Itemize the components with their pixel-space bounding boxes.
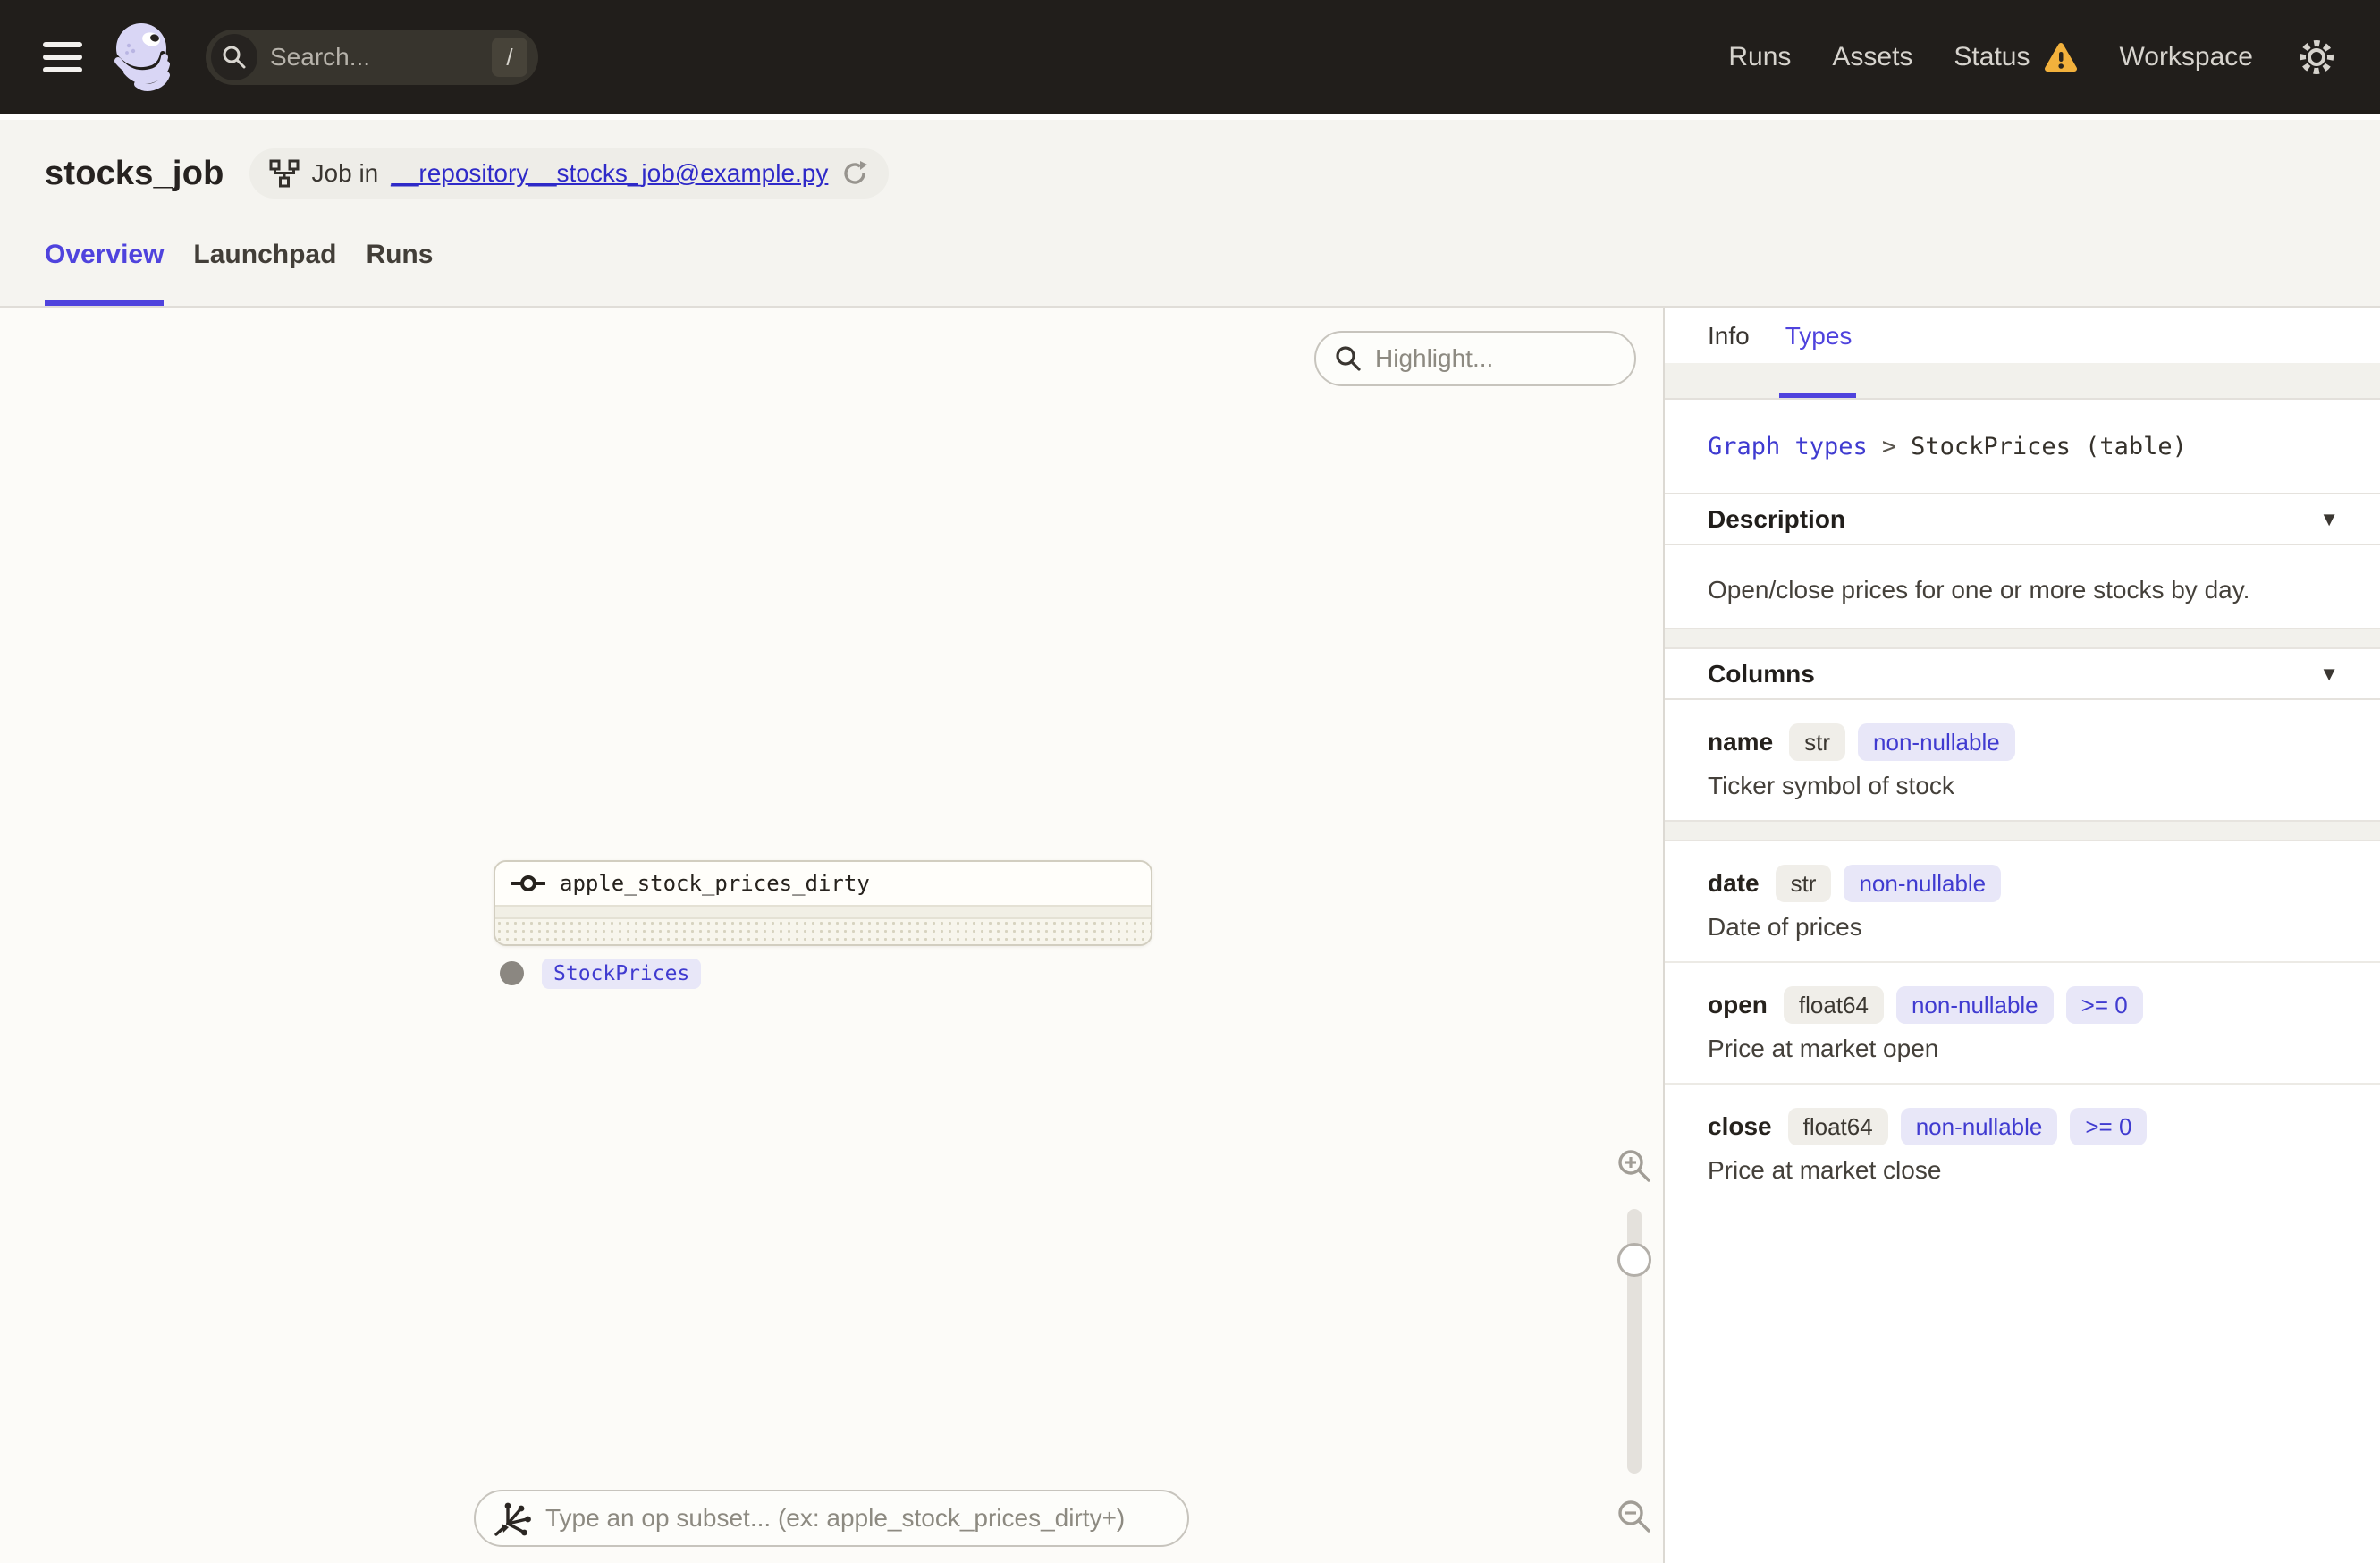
column-entry: date str non-nullable Date of prices [1665,841,2380,961]
global-search: / [206,30,538,85]
collapse-caret-icon: ▼ [2319,662,2339,685]
breadcrumb-link-graph-types[interactable]: Graph types [1708,433,1868,460]
page-title: stocks_job [45,154,224,192]
job-origin-link[interactable]: __repository__stocks_job@example.py [391,159,828,188]
column-description: Price at market close [1708,1156,1942,1184]
columns-list: name str non-nullable Ticker symbol of st… [1665,700,2380,1204]
slash-shortcut-key: / [492,38,527,77]
breadcrumb: Graph types > StockPrices (table) [1665,400,2380,494]
constraint-badge: >= 0 [2070,1108,2148,1145]
job-origin-pill: Job in __repository__stocks_job@example.… [249,148,890,199]
dagster-logo[interactable] [105,16,179,98]
section-header-columns[interactable]: Columns ▼ [1665,649,2380,700]
output-type-badge[interactable]: StockPrices [542,959,702,989]
column-description: Price at market open [1708,1035,1939,1062]
op-icon [511,875,545,891]
zoom-slider-thumb[interactable] [1617,1243,1651,1277]
constraint-badge: non-nullable [1844,865,2002,902]
description-text: Open/close prices for one or more stocks… [1708,576,2250,604]
op-node-output-section [495,919,1151,944]
column-entry: open float64 non-nullable >= 0 Price at ma… [1665,961,2380,1083]
zoom-slider-track[interactable] [1617,1209,1651,1474]
collapse-caret-icon: ▼ [2319,507,2339,530]
op-node-title: apple_stock_prices_dirty [560,871,870,896]
search-icon [211,34,257,80]
nav-links: Runs Assets Status Workspace [1728,41,2253,73]
column-name: name [1708,728,1774,756]
nav-item-assets[interactable]: Assets [1832,42,1912,72]
breadcrumb-current: StockPrices (table) [1911,432,2187,460]
op-node-apple-stock-prices-dirty[interactable]: apple_stock_prices_dirty [494,860,1152,946]
column-badges: str non-nullable [1775,865,2002,902]
top-nav: / Runs Assets Status Workspace [0,0,2380,114]
output-port-dot [500,961,524,985]
warning-icon [2045,43,2078,72]
column-entry: name str non-nullable Ticker symbol of st… [1665,700,2380,820]
zoom-out-icon[interactable] [1615,1497,1654,1536]
type-badge: str [1775,865,1832,902]
highlight-search [1314,331,1636,386]
settings-gear-icon[interactable] [2296,37,2337,78]
column-entry: close float64 non-nullable >= 0 Price at m… [1665,1083,2380,1204]
reload-icon[interactable] [840,159,869,188]
tab-overview[interactable]: Overview [45,240,165,306]
zoom-control [1609,1146,1659,1536]
op-subset-filter [474,1490,1189,1547]
zoom-in-icon[interactable] [1615,1146,1654,1186]
constraint-badge: >= 0 [2065,986,2143,1024]
op-selector-icon [494,1502,531,1536]
column-badges: str non-nullable [1789,723,2015,761]
nav-item-workspace[interactable]: Workspace [2119,42,2253,72]
tab-launchpad[interactable]: Launchpad [193,240,336,306]
section-header-description[interactable]: Description ▼ [1665,494,2380,545]
column-description: Ticker symbol of stock [1708,772,1954,799]
nav-item-status[interactable]: Status [1954,41,2078,73]
op-graph-canvas[interactable]: apple_stock_prices_dirty StockPrices [0,308,1663,1563]
type-badge: float64 [1787,1108,1888,1145]
hamburger-menu-icon[interactable] [43,42,82,72]
constraint-badge: non-nullable [1900,1108,2058,1145]
op-subset-input[interactable] [545,1504,1169,1533]
column-badges: float64 non-nullable >= 0 [1787,1108,2148,1145]
highlight-input[interactable] [1375,344,1616,373]
type-badge: str [1789,723,1846,761]
constraint-badge: non-nullable [1895,986,2054,1024]
section-gap [1665,820,2380,841]
job-graph-icon [269,159,300,188]
page-header: stocks_job Job in __repository__stocks_j… [0,114,2380,308]
panel-tab-types[interactable]: Types [1785,322,1853,351]
job-origin-prefix: Job in [311,159,379,187]
column-name: open [1708,991,1768,1018]
breadcrumb-separator: > [1881,432,1897,460]
panel-tab-info[interactable]: Info [1708,322,1750,351]
nav-item-runs[interactable]: Runs [1728,42,1791,72]
column-description: Date of prices [1708,913,1862,941]
search-input[interactable] [257,43,492,72]
column-name: close [1708,1112,1772,1140]
constraint-badge: non-nullable [1858,723,2015,761]
search-icon [1336,346,1361,371]
job-tabs: Overview Launchpad Runs [45,240,433,306]
type-badge: float64 [1783,986,1884,1024]
type-side-panel: Info Types Graph types > StockPrices (ta… [1665,308,2380,1563]
panel-tabs: Info Types [1665,308,2380,400]
tab-runs[interactable]: Runs [366,240,433,306]
column-name: date [1708,869,1760,897]
column-badges: float64 non-nullable >= 0 [1783,986,2143,1024]
